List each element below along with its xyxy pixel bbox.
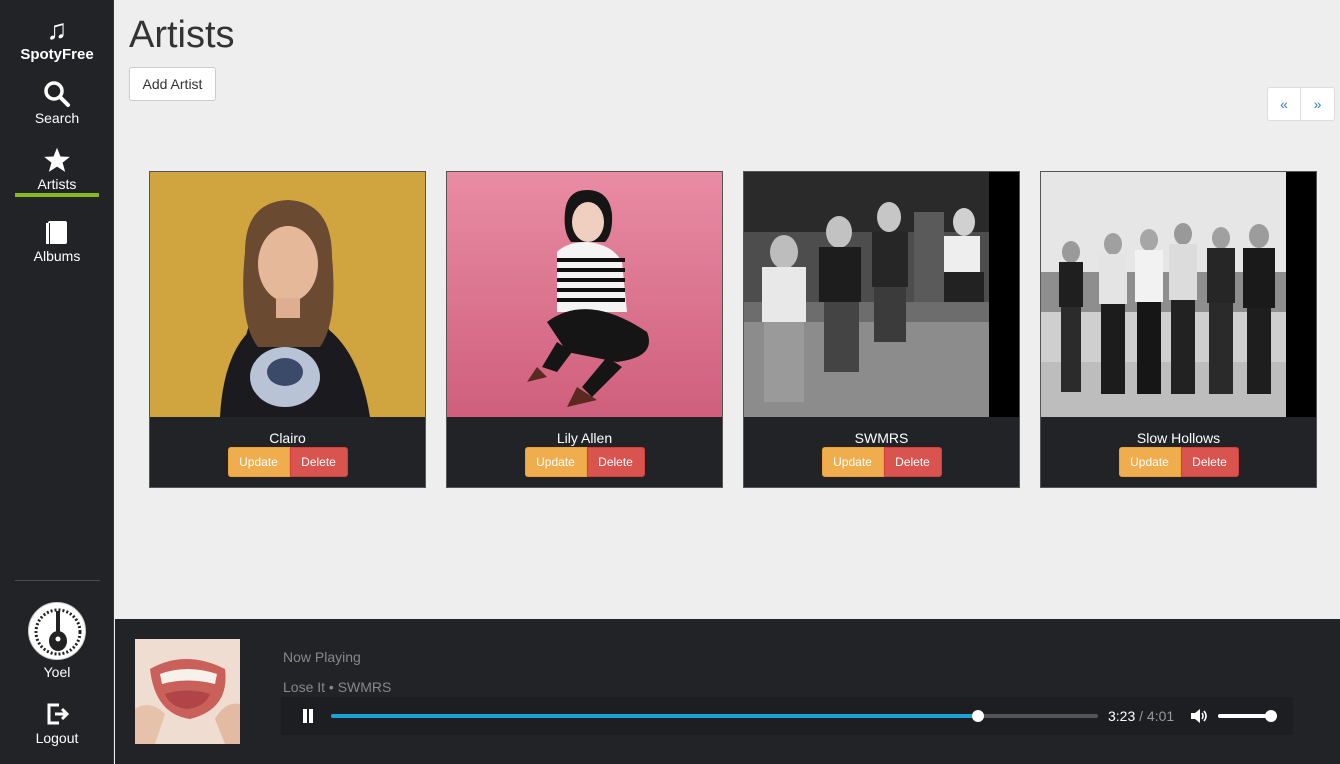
star-icon	[44, 147, 70, 172]
volume-slider[interactable]	[1218, 710, 1277, 722]
update-button[interactable]: Update	[821, 447, 884, 477]
album-icon	[46, 221, 67, 244]
artist-name: SWMRS	[854, 430, 909, 446]
active-indicator	[15, 193, 99, 197]
sidebar-item-label: Albums	[33, 248, 81, 264]
artist-card[interactable]: SWMRS Update Delete	[743, 171, 1020, 488]
artist-photo[interactable]	[744, 172, 1019, 417]
artist-name: Clairo	[269, 430, 306, 446]
delete-button[interactable]: Delete	[289, 447, 348, 477]
progress-fill	[331, 714, 978, 718]
card-actions: Update Delete	[150, 447, 425, 477]
progress-slider[interactable]	[331, 710, 1098, 722]
artist-name: Lily Allen	[556, 430, 613, 446]
time-display: 3:23 / 4:01	[1108, 708, 1174, 724]
music-note-icon: ♫	[46, 14, 68, 45]
user-profile[interactable]: Yoel	[0, 602, 114, 680]
artist-name: Slow Hollows	[1136, 430, 1221, 446]
card-actions: Update Delete	[1041, 447, 1316, 477]
delete-button[interactable]: Delete	[586, 447, 645, 477]
artist-photo[interactable]	[447, 172, 722, 417]
next-page-button[interactable]: »	[1301, 87, 1335, 121]
pause-button[interactable]	[301, 709, 315, 723]
logout-button[interactable]: Logout	[0, 700, 114, 746]
update-button[interactable]: Update	[524, 447, 587, 477]
album-cover[interactable]	[135, 639, 240, 744]
music-player: Now Playing Lose It • SWMRS 3:23 / 4:01	[115, 619, 1340, 764]
sidebar: ♫ SpotyFree Search Artists Albums Yoel L…	[0, 0, 114, 764]
brand-name: SpotyFree	[20, 46, 94, 63]
page-title: Artists	[129, 14, 235, 56]
duration: / 4:01	[1139, 708, 1175, 724]
progress-handle[interactable]	[971, 710, 984, 722]
artist-card[interactable]: Lily Allen Update Delete	[446, 171, 723, 488]
current-time: 3:23	[1108, 708, 1136, 724]
sidebar-divider	[15, 580, 100, 581]
volume-fill	[1218, 714, 1271, 718]
search-icon	[44, 81, 70, 107]
prev-page-button[interactable]: «	[1267, 87, 1301, 121]
logout-icon	[47, 703, 70, 725]
card-actions: Update Delete	[744, 447, 1019, 477]
update-button[interactable]: Update	[227, 447, 290, 477]
artist-photo[interactable]	[1041, 172, 1316, 417]
avatar	[28, 602, 86, 660]
brand-logo[interactable]: ♫ SpotyFree	[0, 14, 114, 64]
logout-label: Logout	[35, 730, 79, 746]
delete-button[interactable]: Delete	[883, 447, 942, 477]
add-artist-button[interactable]: Add Artist	[129, 67, 216, 101]
sidebar-item-artists[interactable]: Artists	[0, 146, 114, 197]
card-actions: Update Delete	[447, 447, 722, 477]
artist-card[interactable]: Slow Hollows Update Delete	[1040, 171, 1317, 488]
now-playing-label: Now Playing	[283, 649, 361, 665]
delete-button[interactable]: Delete	[1180, 447, 1239, 477]
sidebar-item-label: Artists	[37, 176, 77, 192]
user-name: Yoel	[43, 664, 71, 680]
volume-icon[interactable]	[1190, 708, 1208, 724]
player-controls: 3:23 / 4:01	[281, 697, 1293, 735]
artist-card[interactable]: Clairo Update Delete	[149, 171, 426, 488]
now-playing-track: Lose It • SWMRS	[283, 679, 392, 695]
sidebar-item-albums[interactable]: Albums	[0, 218, 114, 264]
sidebar-item-search[interactable]: Search	[0, 80, 114, 126]
sidebar-item-label: Search	[34, 110, 80, 126]
volume-handle[interactable]	[1265, 710, 1277, 722]
pagination: « »	[1267, 87, 1335, 121]
update-button[interactable]: Update	[1118, 447, 1181, 477]
artist-photo[interactable]	[150, 172, 425, 417]
